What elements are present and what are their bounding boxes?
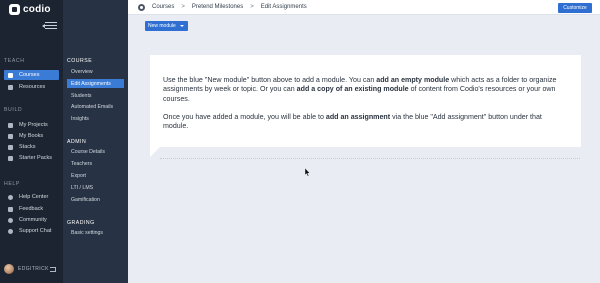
section-title-build: BUILD (4, 107, 23, 113)
section-title-help: HELP (4, 181, 20, 187)
graduation-cap-icon (8, 72, 13, 78)
sidebar-item-label: My Books (19, 133, 44, 139)
breadcrumb-separator: > (181, 4, 185, 10)
collapse-sidebar-icon[interactable] (42, 22, 57, 30)
sidebar-item-starter-packs[interactable]: Starter Packs (4, 153, 59, 163)
sidebar-item-label: Support Chat (19, 228, 52, 234)
subnav-item-insights[interactable]: Insights (67, 114, 124, 123)
subnav-item-export[interactable]: Export (67, 171, 124, 180)
subnav-item-overview[interactable]: Overview (67, 67, 124, 76)
sidebar-item-my-projects[interactable]: My Projects (4, 120, 59, 130)
sidebar-item-label: Starter Packs (19, 155, 53, 161)
sidebar-item-my-books[interactable]: My Books (4, 131, 59, 141)
codio-logo-icon (9, 4, 20, 15)
subnav-item-automated-emails[interactable]: Automated Emails (67, 102, 124, 111)
sidebar-item-label: My Projects (19, 122, 48, 128)
sidebar-item-support-chat[interactable]: Support Chat (4, 226, 59, 236)
logout-icon[interactable] (50, 267, 56, 272)
breadcrumb-separator: > (250, 4, 254, 10)
sidebar-item-label: Feedback (19, 206, 44, 212)
sidebar-item-feedback[interactable]: Feedback (4, 204, 59, 214)
chat-icon (8, 228, 13, 234)
course-subnav: COURSE Overview Edit Assignments Student… (63, 0, 128, 283)
customize-button[interactable]: Customize (558, 3, 592, 13)
subnav-title-admin: ADMIN (67, 139, 87, 145)
subnav-title-grading: GRADING (67, 220, 95, 226)
sidebar-item-stacks[interactable]: Stacks (4, 142, 59, 152)
subnav-item-lti-lms[interactable]: LTI / LMS (67, 183, 124, 192)
divider (160, 158, 580, 159)
main-sidebar: codio TEACH Courses Resources BUILD My P… (0, 0, 63, 283)
chevron-down-icon (180, 25, 184, 27)
stack-icon (8, 144, 13, 150)
sidebar-item-label: Community (19, 217, 47, 223)
card-pointer (150, 147, 160, 157)
new-module-button[interactable]: New module (145, 21, 188, 31)
section-title-teach: TEACH (4, 58, 25, 64)
sidebar-item-label: Resources (19, 84, 46, 90)
package-icon (8, 155, 13, 161)
breadcrumb-courses[interactable]: Courses (152, 4, 174, 10)
megaphone-icon (8, 206, 13, 212)
subnav-item-gamification[interactable]: Gamification (67, 195, 124, 204)
instructions-paragraph-2: Once you have added a module, you will b… (163, 113, 542, 131)
course-settings-icon[interactable] (138, 3, 145, 11)
book-icon (8, 133, 13, 139)
community-icon (8, 217, 13, 223)
subnav-item-course-details[interactable]: Course Details (67, 147, 124, 156)
new-module-label: New module (148, 23, 176, 29)
codio-logo[interactable]: codio (9, 4, 51, 15)
instructions-paragraph-1: Use the blue "New module" button above t… (163, 76, 557, 103)
brand-name: codio (23, 4, 51, 15)
empty-state-card: Use the blue "New module" button above t… (150, 55, 581, 147)
user-profile[interactable]: EDGITRICK (4, 264, 49, 274)
avatar (4, 264, 14, 274)
username: EDGITRICK (18, 266, 49, 272)
question-icon (8, 194, 13, 200)
sidebar-item-label: Courses (19, 72, 40, 78)
breadcrumb-current: Edit Assignments (260, 4, 307, 10)
code-icon (8, 122, 13, 128)
subnav-title-course: COURSE (67, 58, 93, 64)
subnav-item-teachers[interactable]: Teachers (67, 159, 124, 168)
sidebar-item-courses[interactable]: Courses (4, 70, 59, 80)
sidebar-item-community[interactable]: Community (4, 215, 59, 225)
breadcrumb-course[interactable]: Pretend Milestones (192, 4, 243, 10)
subnav-item-basic-settings[interactable]: Basic settings (67, 228, 124, 237)
folder-icon (8, 84, 13, 90)
subnav-item-edit-assignments[interactable]: Edit Assignments (67, 79, 124, 88)
sidebar-item-label: Help Center (19, 194, 49, 200)
top-bar: Courses > Pretend Milestones > Edit Assi… (128, 0, 600, 15)
sidebar-item-help-center[interactable]: Help Center (4, 192, 59, 202)
sidebar-item-resources[interactable]: Resources (4, 82, 59, 92)
sidebar-item-label: Stacks (19, 144, 36, 150)
subnav-item-students[interactable]: Students (67, 91, 124, 100)
